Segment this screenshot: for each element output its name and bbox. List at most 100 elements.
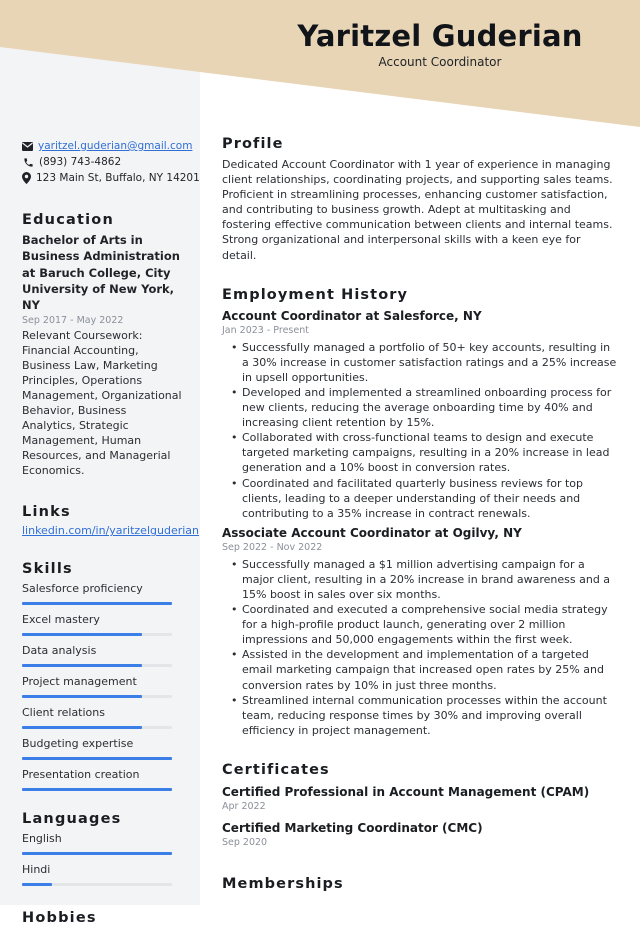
hobbies-section: Hobbies — [22, 910, 182, 926]
skill-level-fill — [22, 664, 142, 668]
contact-address: 123 Main St, Buffalo, NY 14201 — [22, 170, 200, 186]
skill-level-bar — [22, 664, 172, 668]
job-bullets: Successfully managed a portfolio of 50+ … — [222, 340, 617, 521]
language-item: Hindi — [22, 862, 182, 887]
skill-item: Excel mastery — [22, 612, 182, 637]
job-entry: Associate Account Coordinator at Ogilvy,… — [222, 525, 617, 738]
job-title: Associate Account Coordinator at Ogilvy,… — [222, 525, 522, 540]
skill-level-bar — [22, 602, 172, 606]
education-section: Education Bachelor of Arts in Business A… — [22, 212, 182, 478]
certificate-item: Certified Professional in Account Manage… — [222, 784, 617, 814]
map-pin-icon — [22, 172, 31, 184]
certificates-heading: Certificates — [222, 761, 330, 778]
skill-label: Project management — [22, 675, 137, 689]
contact-phone: (893) 743-4862 — [22, 154, 182, 170]
skill-item: Project management — [22, 674, 182, 699]
skill-item: Presentation creation — [22, 767, 182, 792]
job-bullet: Collaborated with cross-functional teams… — [231, 430, 617, 475]
language-level-fill — [22, 883, 52, 887]
job-dates: Jan 2023 - Present — [222, 324, 309, 336]
profile-section: Profile Dedicated Account Coordinator wi… — [222, 134, 617, 263]
phone-number: (893) 743-4862 — [39, 156, 122, 168]
job-bullet: Assisted in the development and implemen… — [231, 647, 617, 692]
skill-label: Client relations — [22, 706, 105, 720]
skill-level-fill — [22, 633, 142, 637]
skill-level-bar — [22, 695, 172, 699]
skill-label: Excel mastery — [22, 613, 100, 627]
certificates-section: Certificates Certified Professional in A… — [222, 760, 617, 850]
candidate-title: Account Coordinator — [378, 55, 502, 69]
skill-level-fill — [22, 757, 172, 761]
skill-level-fill — [22, 602, 172, 606]
sidebar-content: yaritzel.guderian@gmail.com (893) 743-48… — [22, 138, 200, 926]
certificate-item: Certified Marketing Coordinator (CMC) Sep… — [222, 820, 617, 850]
language-label: English — [22, 832, 62, 846]
languages-heading: Languages — [22, 811, 122, 828]
employment-heading: Employment History — [222, 286, 409, 303]
language-label: Hindi — [22, 863, 51, 877]
language-level-fill — [22, 852, 172, 856]
skill-level-bar — [22, 726, 172, 730]
education-heading: Education — [22, 212, 114, 228]
memberships-section: Memberships — [222, 874, 617, 894]
skills-list: Salesforce proficiency Excel mastery Data … — [22, 581, 182, 792]
certificate-date: Apr 2022 — [222, 800, 266, 812]
job-title: Account Coordinator at Salesforce, NY — [222, 308, 482, 323]
candidate-name: Yaritzel Guderian — [297, 19, 583, 53]
job-dates: Sep 2022 - Nov 2022 — [222, 541, 323, 553]
skill-item: Salesforce proficiency — [22, 581, 182, 606]
email-link[interactable]: yaritzel.guderian@gmail.com — [38, 140, 192, 152]
profile-heading: Profile — [222, 136, 284, 152]
job-bullet: Successfully managed a portfolio of 50+ … — [231, 340, 617, 385]
job-bullet: Developed and implemented a streamlined … — [231, 385, 617, 430]
contact-email: yaritzel.guderian@gmail.com — [22, 138, 192, 154]
certificate-title: Certified Marketing Coordinator (CMC) — [222, 820, 483, 835]
hobbies-heading: Hobbies — [22, 910, 97, 926]
job-bullet: Coordinated and executed a comprehensive… — [231, 602, 617, 647]
job-bullet: Coordinated and facilitated quarterly bu… — [231, 476, 617, 521]
profile-text: Dedicated Account Coordinator with 1 yea… — [222, 158, 613, 262]
job-bullet: Successfully managed a $1 million advert… — [231, 557, 617, 602]
skills-section: Skills Salesforce proficiency Excel maste… — [22, 561, 182, 792]
education-degree: Bachelor of Arts in Business Administrat… — [22, 233, 180, 313]
skill-label: Budgeting expertise — [22, 737, 134, 751]
memberships-heading: Memberships — [222, 875, 344, 892]
skill-level-bar — [22, 757, 172, 761]
skill-item: Client relations — [22, 705, 182, 730]
linkedin-link[interactable]: linkedin.com/in/yaritzelguderian — [22, 524, 199, 537]
languages-list: English Hindi — [22, 831, 182, 887]
certificate-date: Sep 2020 — [222, 836, 268, 848]
languages-section: Languages English Hindi — [22, 811, 182, 887]
education-description: Relevant Coursework: Financial Accountin… — [22, 329, 182, 478]
skill-label: Salesforce proficiency — [22, 582, 143, 596]
main-content: Profile Dedicated Account Coordinator wi… — [222, 134, 617, 894]
header: Yaritzel Guderian Account Coordinator — [200, 16, 640, 69]
language-level-bar — [22, 883, 172, 887]
skill-item: Budgeting expertise — [22, 736, 182, 761]
education-dates: Sep 2017 - May 2022 — [22, 315, 124, 327]
skill-level-bar — [22, 633, 172, 637]
jobs-list: Account Coordinator at Salesforce, NY Jan… — [222, 308, 617, 738]
skills-heading: Skills — [22, 561, 73, 578]
links-section: Links linkedin.com/in/yaritzelguderian — [22, 504, 199, 537]
job-entry: Account Coordinator at Salesforce, NY Jan… — [222, 308, 617, 521]
language-level-bar — [22, 852, 172, 856]
skill-level-fill — [22, 695, 142, 699]
job-bullets: Successfully managed a $1 million advert… — [222, 557, 617, 738]
skill-label: Presentation creation — [22, 768, 140, 782]
employment-section: Employment History Account Coordinator a… — [222, 285, 617, 738]
skill-level-bar — [22, 788, 172, 792]
skill-level-fill — [22, 788, 172, 792]
skill-label: Data analysis — [22, 644, 97, 658]
certificates-list: Certified Professional in Account Manage… — [222, 784, 617, 850]
contact-info: yaritzel.guderian@gmail.com (893) 743-48… — [22, 138, 200, 186]
phone-icon — [22, 156, 34, 168]
language-item: English — [22, 831, 182, 856]
envelope-icon — [22, 140, 33, 152]
skill-item: Data analysis — [22, 643, 182, 668]
certificate-title: Certified Professional in Account Manage… — [222, 784, 590, 799]
address: 123 Main St, Buffalo, NY 14201 — [36, 172, 200, 184]
skill-level-fill — [22, 726, 142, 730]
job-bullet: Streamlined internal communication proce… — [231, 693, 617, 738]
links-heading: Links — [22, 504, 71, 521]
